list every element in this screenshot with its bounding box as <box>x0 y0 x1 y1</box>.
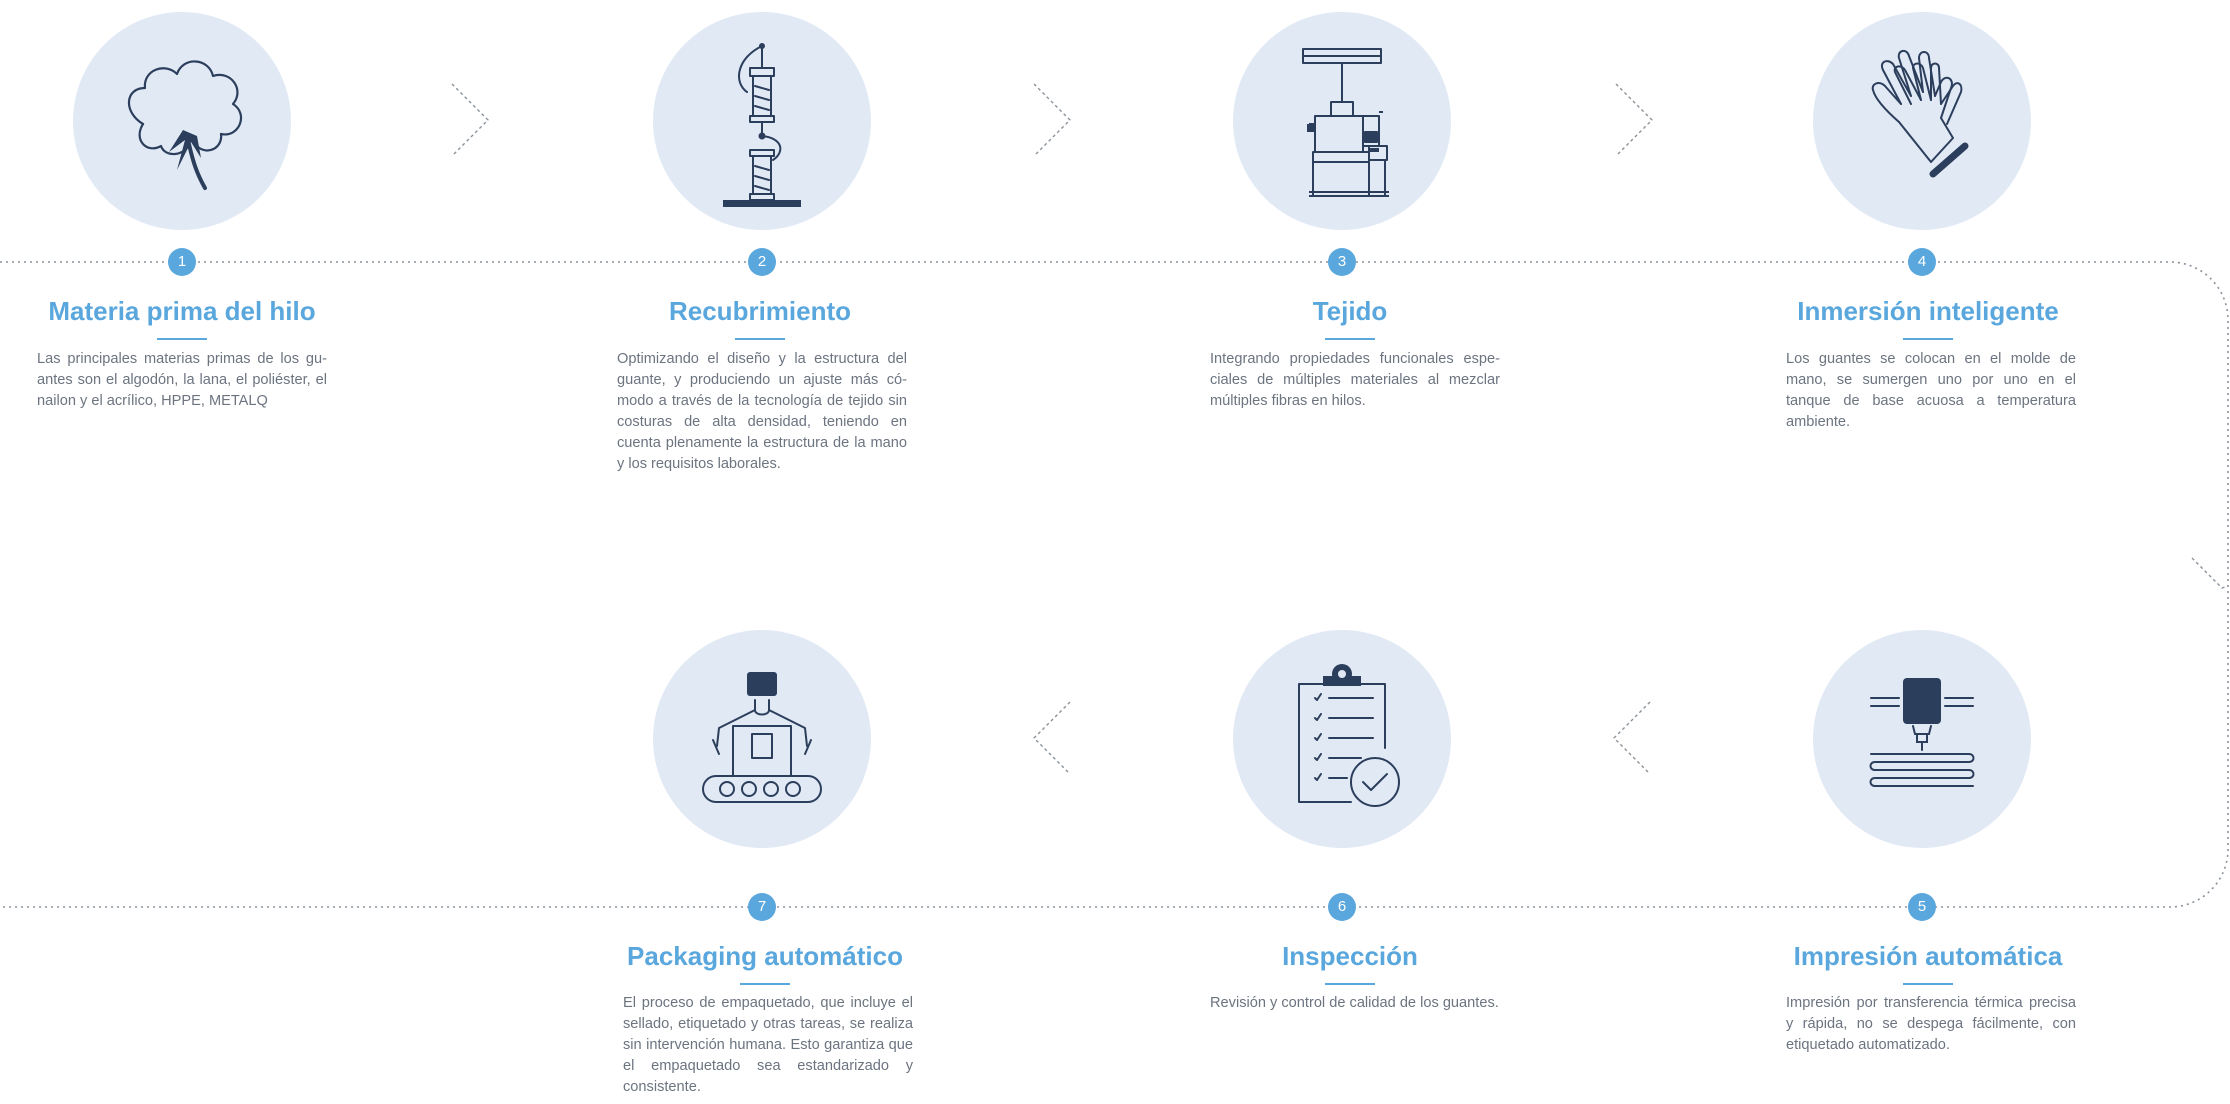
step-6-number-badge: 6 <box>1328 893 1356 921</box>
step-1-icon-circle <box>73 12 291 230</box>
step-2-title: Recubrimiento <box>668 296 852 326</box>
step-1-description: Las principales materias primas de los g… <box>37 351 327 409</box>
step-4-icon-circle <box>1813 12 2031 230</box>
step-4-title-underline <box>1903 338 1953 340</box>
clipboard-checklist-icon <box>1298 664 1400 807</box>
step-1-title-underline <box>157 338 207 340</box>
step-5-title-underline <box>1903 983 1953 985</box>
arrow-left-1 <box>1613 701 1651 775</box>
step-2-title-underline <box>735 338 785 340</box>
arrow-right-1 <box>451 83 489 157</box>
step-7-number-badge: 7 <box>748 893 776 921</box>
step-3-description: Integrando propiedades funcionales espe­… <box>1210 351 1500 409</box>
process-diagram: 1 Materia prima del hilo Las principales… <box>0 0 2230 1104</box>
step-1-title: Materia prima del hilo <box>48 296 316 326</box>
arrow-left-2 <box>1033 701 1071 775</box>
step-5-description: Impresión por transferencia térmica pre­… <box>1786 995 2076 1053</box>
step-3-number-badge: 3 <box>1328 248 1356 276</box>
cotton-icon <box>127 60 243 190</box>
step-5-title: Impresión automática <box>1793 941 2063 971</box>
heat-transfer-printer-icon <box>1869 678 1975 787</box>
step-2-description: Optimizando el diseño y la estructura de… <box>617 351 907 472</box>
step-3-icon-circle <box>1233 12 1451 230</box>
step-1-number-badge: 1 <box>168 248 196 276</box>
glove-icon <box>1871 50 1969 178</box>
step-5-number-badge: 5 <box>1908 893 1936 921</box>
step-6-title: Inspección <box>1282 941 1418 971</box>
step-6-icon-circle <box>1233 630 1451 848</box>
step-7-title-underline <box>740 983 790 985</box>
robot-packaging-icon <box>702 672 822 803</box>
step-3-title-underline <box>1325 338 1375 340</box>
step-2-icon-circle <box>653 12 871 230</box>
step-7-description: El proceso de empaquetado, que incluye e… <box>623 995 913 1095</box>
yarn-spool-icon <box>723 43 801 207</box>
knitting-machine-icon <box>1302 48 1389 197</box>
step-6-title-underline <box>1325 983 1375 985</box>
step-6-description: Revisión y control de calidad de los gua… <box>1210 995 1499 1011</box>
step-4-number-badge: 4 <box>1908 248 1936 276</box>
step-4-description: Los guantes se colocan en el molde de ma… <box>1786 351 2076 430</box>
step-5-icon-circle <box>1813 630 2031 848</box>
step-7-title: Packaging automático <box>627 941 903 971</box>
step-2-number-badge: 2 <box>748 248 776 276</box>
step-4-title: Inmersión inteligente <box>1797 296 2059 326</box>
step-7-icon-circle <box>653 630 871 848</box>
step-3-title: Tejido <box>1312 296 1388 326</box>
arrow-right-2 <box>1033 83 1071 157</box>
arrow-right-3 <box>1615 83 1653 157</box>
